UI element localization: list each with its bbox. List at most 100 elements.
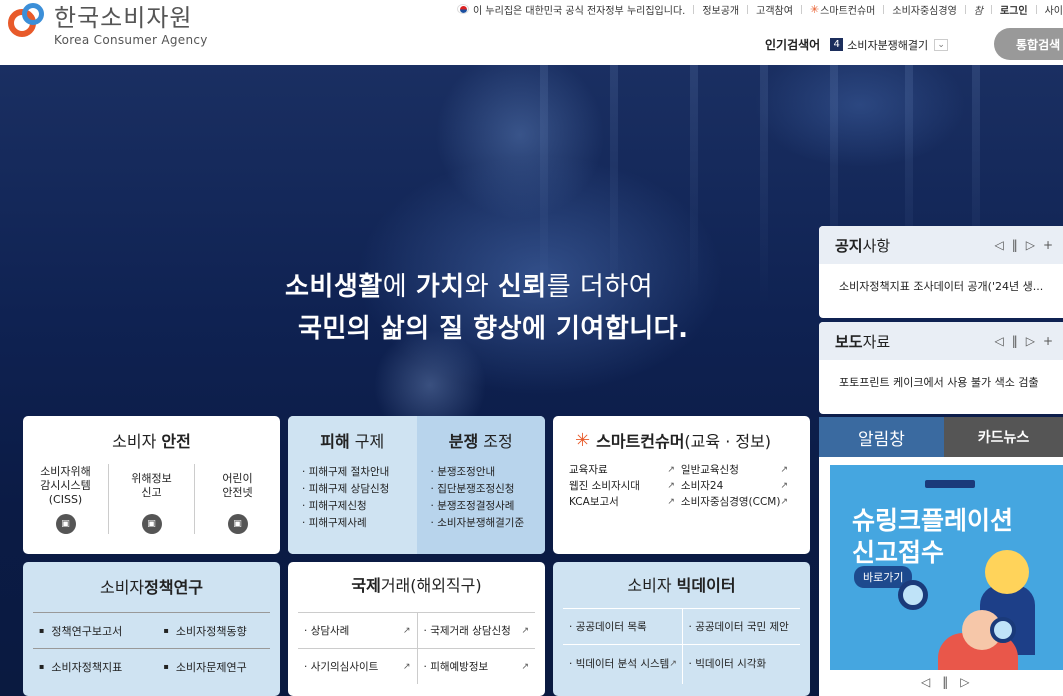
- card-policy-research: 소비자정책연구 정책연구보고서 소비자정책동향 소비자정책지표 소비자문제연구: [23, 562, 280, 696]
- integrated-search-button[interactable]: 통합검색: [994, 28, 1063, 60]
- gov-notice[interactable]: 이 누리집은 대한민국 공식 전자정부 누리집입니다.: [473, 2, 685, 17]
- safety-report[interactable]: 위해정보 신고 ▣: [108, 464, 194, 534]
- dispute-link[interactable]: 분쟁조정안내: [431, 464, 546, 481]
- intl-link[interactable]: 사기의심사이트↗: [298, 648, 417, 684]
- relief-title[interactable]: 피해 구제: [288, 428, 417, 452]
- dispute-link[interactable]: 집단분쟁조정신청: [431, 481, 546, 498]
- dispute-title[interactable]: 분쟁 조정: [417, 428, 546, 452]
- external-link-icon: ↗: [402, 625, 411, 636]
- popular-keyword[interactable]: 소비자분쟁해결기: [847, 37, 928, 53]
- logo[interactable]: 한국소비자원 Korea Consumer Agency: [8, 3, 208, 47]
- external-link-icon: ↗: [402, 661, 411, 672]
- bigdata-link[interactable]: 빅데이터 시각화: [681, 644, 800, 684]
- press-box: 보도 자료 ◁ ‖ ▷ + 포토프린트 케이크에서 사용 불가 색소 검출: [819, 322, 1063, 414]
- logo-english: Korea Consumer Agency: [54, 33, 208, 47]
- external-link-icon: ↗: [521, 661, 529, 672]
- pause-icon[interactable]: ‖: [1012, 238, 1018, 252]
- smart-link[interactable]: 일반교육신청 ↗: [681, 462, 794, 478]
- magnifier-icon: [898, 580, 928, 610]
- external-link-icon: ↗: [521, 625, 529, 636]
- policy-link[interactable]: 정책연구보고서: [33, 612, 152, 648]
- policy-link[interactable]: 소비자정책지표: [33, 648, 152, 684]
- policy-link[interactable]: 소비자문제연구: [151, 648, 270, 684]
- link-ccm[interactable]: 소비자중심경영: [892, 2, 956, 17]
- link-icon: ▣: [227, 514, 248, 534]
- popular-rank: 4: [830, 38, 844, 51]
- safety-kids[interactable]: 어린이 안전넷 ▣: [194, 464, 280, 534]
- popular-label: 인기검색어: [765, 38, 821, 52]
- popular-keywords: 인기검색어 4 소비자분쟁해결기 ⌄: [765, 36, 949, 53]
- external-link-icon: ↗: [667, 497, 675, 507]
- smart-consumer-icon: ✳: [809, 2, 820, 16]
- external-link-icon: ↗: [669, 659, 677, 669]
- shrinkflation-banner[interactable]: 슈링크플레이션 신고접수 바로가기: [830, 465, 1063, 670]
- link-icon: ▣: [141, 514, 162, 534]
- smart-link[interactable]: 웹진 소비자시대 ↗: [569, 478, 681, 494]
- prev-icon[interactable]: ◁: [921, 675, 930, 689]
- external-link-icon: ↗: [780, 465, 788, 475]
- link-smart-consumer[interactable]: 스마트컨슈머: [820, 2, 875, 17]
- dispute-section: 분쟁 조정 분쟁조정안내 집단분쟁조정신청 분쟁조정결정사례 소비자분쟁해결기준: [416, 416, 546, 554]
- link-info-open[interactable]: 정보공개: [702, 2, 739, 17]
- card-relief-dispute: 피해 구제 피해구제 절차안내 피해구제 상담신청 피해구제신청 피해구제사례 …: [288, 416, 545, 554]
- intl-link[interactable]: 상담사례↗: [298, 612, 417, 648]
- prev-icon[interactable]: ◁: [994, 334, 1003, 348]
- smart-consumer-icon: ✳: [575, 429, 591, 451]
- chevron-down-icon[interactable]: ⌄: [934, 38, 949, 51]
- notice-box: 공지 사항 ◁ ‖ ▷ + 소비자정책지표 조사데이터 공개('24년 생...: [819, 226, 1063, 318]
- card-international-trade: 국제거래(해외직구) 상담사례↗ 국제거래 상담신청↗ 사기의심사이트↗ 피해예…: [288, 562, 545, 696]
- smart-link[interactable]: 소비자24 ↗: [681, 478, 794, 494]
- bigdata-link[interactable]: 공공데이터 국민 제안: [681, 608, 800, 644]
- policy-link[interactable]: 소비자정책동향: [151, 612, 270, 648]
- tab-card-news[interactable]: 카드뉴스: [944, 417, 1063, 457]
- dispute-link[interactable]: 소비자분쟁해결기준: [431, 515, 546, 532]
- next-icon[interactable]: ▷: [960, 675, 969, 689]
- chakan-logo[interactable]: 참: [974, 2, 983, 17]
- logo-mark-icon: [8, 3, 48, 43]
- relief-section: 피해 구제 피해구제 절차안내 피해구제 상담신청 피해구제신청 피해구제사례: [288, 416, 417, 554]
- card-title: 소비자 빅데이터: [627, 576, 736, 595]
- korea-flag-icon: [457, 4, 470, 14]
- relief-link[interactable]: 피해구제 절차안내: [302, 464, 417, 481]
- top-utility-bar: 이 누리집은 대한민국 공식 전자정부 누리집입니다. 정보공개 고객참여 ✳ …: [457, 0, 1063, 18]
- safety-ciss[interactable]: 소비자위해 감시시스템 (CISS) ▣: [23, 464, 108, 534]
- hero-slogan-line2: 국민의 삶의 질 향상에 기여합니다.: [298, 314, 689, 344]
- external-link-icon: ↗: [667, 465, 675, 475]
- banner-line2: 신고접수: [852, 538, 945, 567]
- press-item[interactable]: 포토프린트 케이크에서 사용 불가 색소 검출: [819, 360, 1063, 390]
- relief-link[interactable]: 피해구제 상담신청: [302, 481, 417, 498]
- notice-item[interactable]: 소비자정책지표 조사데이터 공개('24년 생...: [819, 264, 1063, 294]
- dispute-link[interactable]: 분쟁조정결정사례: [431, 498, 546, 515]
- external-link-icon: ↗: [780, 481, 788, 491]
- sitemap-link[interactable]: 사이: [1045, 2, 1063, 17]
- pause-icon[interactable]: ‖: [1012, 334, 1018, 348]
- link-customer[interactable]: 고객참여: [756, 2, 793, 17]
- intl-link[interactable]: 국제거래 상담신청↗: [416, 612, 535, 648]
- intl-link[interactable]: 피해예방정보↗: [416, 648, 535, 684]
- next-icon[interactable]: ▷: [1026, 334, 1035, 348]
- alarm-panel: 알림창 카드뉴스 슈링크플레이션 신고접수 바로가기 ◁ ‖ ▷: [819, 417, 1063, 696]
- relief-link[interactable]: 피해구제사례: [302, 515, 417, 532]
- smart-link[interactable]: 소비자중심경영(CCM) ↗: [681, 494, 794, 510]
- bigdata-link[interactable]: 빅데이터 분석 시스템↗: [563, 644, 682, 684]
- login-link[interactable]: 로그인: [1000, 2, 1028, 17]
- plus-icon[interactable]: +: [1043, 238, 1053, 252]
- plus-icon[interactable]: +: [1043, 334, 1053, 348]
- card-big-data: 소비자 빅데이터 공공데이터 목록 공공데이터 국민 제안 빅데이터 분석 시스…: [553, 562, 810, 696]
- card-title: 소비자정책연구: [99, 578, 204, 597]
- tab-alarm[interactable]: 알림창: [819, 417, 944, 457]
- prev-icon[interactable]: ◁: [994, 238, 1003, 252]
- next-icon[interactable]: ▷: [1026, 238, 1035, 252]
- smart-link[interactable]: KCA보고서 ↗: [569, 494, 681, 510]
- magnifier-icon: [990, 617, 1016, 643]
- bigdata-link[interactable]: 공공데이터 목록: [563, 608, 682, 644]
- relief-link[interactable]: 피해구제신청: [302, 498, 417, 515]
- banner-line1: 슈링크플레이션: [852, 506, 1014, 535]
- card-title: 국제거래(해외직구): [351, 576, 482, 595]
- smart-link[interactable]: 교육자료 ↗: [569, 462, 681, 478]
- card-consumer-safety: 소비자 안전 소비자위해 감시시스템 (CISS) ▣ 위해정보 신고 ▣ 어린이 안전…: [23, 416, 280, 554]
- link-icon: ▣: [55, 514, 76, 534]
- card-smart-consumer: ✳ 스마트컨슈머 (교육 · 정보) 교육자료 ↗ 웹진 소비자시대 ↗ KCA보고서 ↗…: [553, 416, 810, 554]
- card-title[interactable]: ✳ 스마트컨슈머 (교육 · 정보): [553, 428, 810, 452]
- pause-icon[interactable]: ‖: [942, 675, 948, 689]
